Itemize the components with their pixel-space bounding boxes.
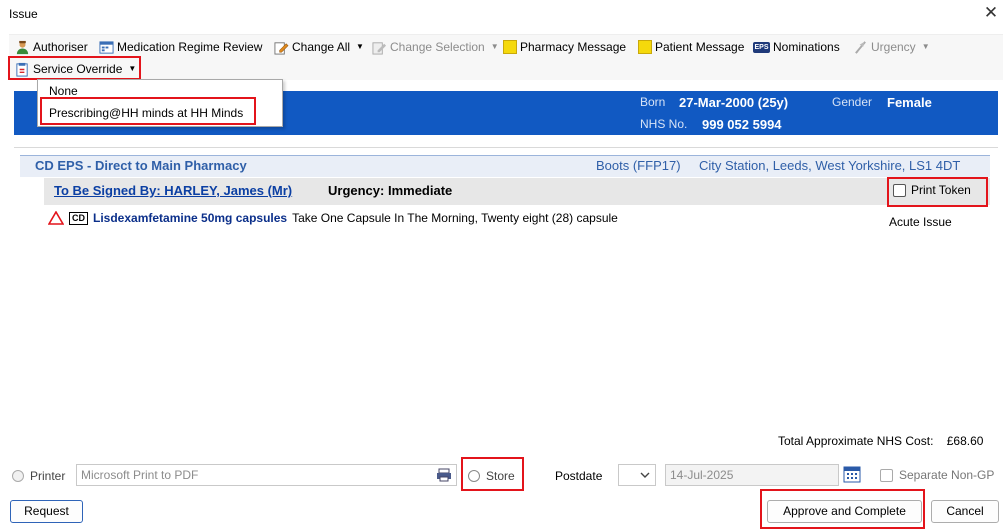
warning-triangle-icon xyxy=(48,211,64,225)
postdate-dropdown[interactable] xyxy=(618,464,656,486)
chevron-down-icon: ▼ xyxy=(921,42,930,51)
pharmacy-message-label: Pharmacy Message xyxy=(520,40,627,54)
change-all-button[interactable]: Change All ▼ xyxy=(274,38,364,56)
menu-item-prescribing-hh-minds[interactable]: Prescribing@HH minds at HH Minds xyxy=(49,106,243,120)
patient-message-button[interactable]: Patient Message xyxy=(638,38,744,56)
postdate-label: Postdate xyxy=(555,469,603,483)
change-all-label: Change All xyxy=(292,40,351,54)
sticky-note-icon xyxy=(638,40,652,54)
edit-icon xyxy=(274,41,289,55)
total-cost-label: Total Approximate NHS Cost: xyxy=(778,434,934,448)
nhs-number-label: NHS No. xyxy=(640,117,688,131)
calendar-review-icon xyxy=(99,40,114,54)
nhs-number-value: 999 052 5994 xyxy=(702,117,782,132)
regime-review-button[interactable]: Medication Regime Review xyxy=(99,38,262,56)
change-selection-label: Change Selection xyxy=(390,40,485,54)
postdate-value: 14-Jul-2025 xyxy=(670,468,734,482)
medication-name: Lisdexamfetamine 50mg capsules xyxy=(93,211,288,225)
authoriser-button[interactable]: Authoriser xyxy=(15,38,88,56)
store-option[interactable]: Store xyxy=(468,469,515,483)
printer-value: Microsoft Print to PDF xyxy=(81,468,199,482)
pharmacy-address: City Station, Leeds, West Yorkshire, LS1… xyxy=(699,158,961,173)
close-icon[interactable]: ✕ xyxy=(980,3,1002,25)
issue-type: Acute Issue xyxy=(889,215,952,229)
born-value: 27-Mar-2000 (25y) xyxy=(679,95,789,110)
medication-dosage: Take One Capsule In The Morning, Twenty … xyxy=(292,211,618,225)
pharmacy-name: Boots (FFP17) xyxy=(596,158,681,173)
printer-select[interactable]: Microsoft Print to PDF xyxy=(76,464,457,486)
print-token-checkbox[interactable]: Print Token xyxy=(893,183,971,197)
pharmacy-message-button[interactable]: Pharmacy Message xyxy=(503,38,626,56)
sticky-note-icon xyxy=(503,40,517,54)
gender-label: Gender xyxy=(832,95,873,109)
chevron-down-icon xyxy=(640,472,650,478)
cancel-button[interactable]: Cancel xyxy=(931,500,999,523)
medication-row[interactable]: CD Lisdexamfetamine 50mg capsules Take O… xyxy=(48,211,618,225)
born-label: Born xyxy=(640,95,666,109)
user-icon xyxy=(16,40,29,54)
store-label: Store xyxy=(486,469,515,483)
checkbox-box[interactable] xyxy=(880,468,893,482)
service-override-label: Service Override xyxy=(33,62,123,76)
urgency-label: Urgency xyxy=(871,40,916,54)
patient-message-label: Patient Message xyxy=(655,40,745,54)
service-override-icon xyxy=(16,62,28,77)
urgency-button[interactable]: Urgency ▼ xyxy=(853,38,930,56)
nominations-button[interactable]: EPS Nominations xyxy=(753,38,840,56)
total-cost-value: £68.60 xyxy=(946,434,984,448)
edit-selection-icon xyxy=(372,41,387,55)
regime-review-label: Medication Regime Review xyxy=(117,40,263,54)
eps-route: CD EPS - Direct to Main Pharmacy xyxy=(35,158,247,173)
signer-link[interactable]: To Be Signed By: HARLEY, James (Mr) xyxy=(54,183,292,198)
title-bar xyxy=(0,0,1005,30)
store-radio[interactable] xyxy=(468,470,480,482)
total-cost: Total Approximate NHS Cost: £68.60 xyxy=(778,434,983,448)
calendar-icon[interactable] xyxy=(843,465,861,483)
urgency-flag-icon xyxy=(855,40,866,54)
checkbox-box[interactable] xyxy=(893,183,906,197)
gender-value: Female xyxy=(887,95,932,110)
printer-icon[interactable] xyxy=(436,468,452,482)
chevron-down-icon: ▼ xyxy=(128,64,137,73)
urgency-text: Urgency: Immediate xyxy=(328,183,453,198)
printer-radio[interactable] xyxy=(12,470,24,482)
request-button[interactable]: Request xyxy=(10,500,83,523)
toolbar: Authoriser Medication Regime Review Chan… xyxy=(9,34,1003,80)
printer-option[interactable]: Printer xyxy=(12,469,65,483)
authoriser-label: Authoriser xyxy=(33,40,88,54)
chevron-down-icon: ▼ xyxy=(356,42,364,51)
postdate-field[interactable]: 14-Jul-2025 xyxy=(665,464,839,486)
separate-non-gp-checkbox[interactable]: Separate Non-GP xyxy=(880,468,994,482)
print-token-label: Print Token xyxy=(911,183,971,197)
eps-icon: EPS xyxy=(753,41,770,53)
change-selection-button[interactable]: Change Selection ▼ xyxy=(372,38,499,56)
nominations-label: Nominations xyxy=(773,40,840,54)
service-override-menu: None Prescribing@HH minds at HH Minds xyxy=(37,79,283,127)
menu-item-none[interactable]: None xyxy=(49,84,78,98)
window-title: Issue xyxy=(9,7,38,21)
separate-non-gp-label: Separate Non-GP xyxy=(899,468,995,482)
approve-and-complete-button[interactable]: Approve and Complete xyxy=(767,500,922,523)
cd-badge-icon: CD xyxy=(69,211,88,225)
printer-label: Printer xyxy=(30,469,66,483)
service-override-button[interactable]: Service Override ▼ xyxy=(15,60,136,78)
chevron-down-icon: ▼ xyxy=(490,42,499,51)
